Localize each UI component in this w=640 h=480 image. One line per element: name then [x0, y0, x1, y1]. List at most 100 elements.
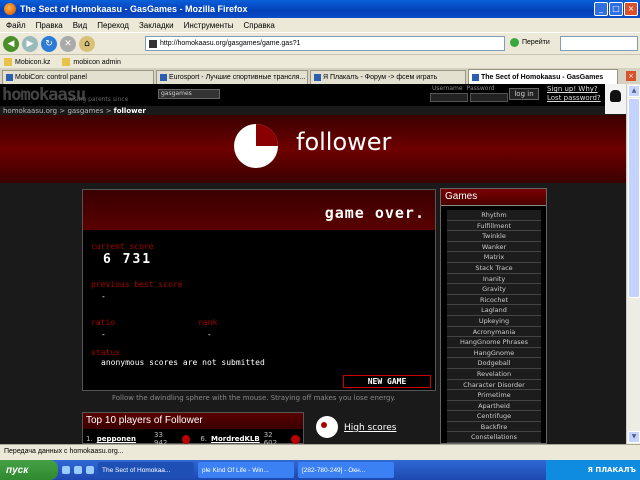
section-select[interactable]: gasgames: [158, 89, 220, 99]
tab-favicon-icon: [6, 74, 13, 81]
tab-favicon-icon: [472, 73, 479, 81]
previous-best-label: previous best score: [91, 280, 183, 289]
scroll-thumb[interactable]: [628, 98, 640, 298]
menu-bar: Файл Правка Вид Переход Закладки Инструм…: [0, 18, 640, 32]
ratio-value: -: [101, 330, 106, 339]
maximize-button[interactable]: □: [609, 2, 623, 16]
search-input[interactable]: [560, 36, 638, 51]
task-firefox[interactable]: The Sect of Homokaa...: [98, 462, 194, 478]
game-link[interactable]: Acronymania: [447, 326, 541, 338]
follower-logo-icon: [234, 124, 278, 168]
tab-yaplakal[interactable]: Я Плакалъ - Форум -> фсем играть: [310, 70, 466, 84]
game-link[interactable]: Revelation: [447, 368, 541, 380]
menu-file[interactable]: Файл: [6, 21, 26, 30]
game-over-panel: game over. current score 6 731 previous …: [82, 189, 436, 391]
breadcrumb-section[interactable]: gasgames: [67, 107, 103, 115]
game-link[interactable]: Character Disorder: [447, 379, 541, 391]
close-button[interactable]: ×: [624, 2, 638, 16]
game-link[interactable]: Lagland: [447, 305, 541, 316]
game-link[interactable]: Apartheid: [447, 400, 541, 412]
game-link[interactable]: Stack Trace: [447, 262, 541, 274]
menu-go[interactable]: Переход: [97, 21, 129, 30]
player-link[interactable]: MordredKLB: [211, 435, 260, 443]
game-link[interactable]: Wanker: [447, 241, 541, 253]
menu-bookmarks[interactable]: Закладки: [139, 21, 174, 30]
username-field[interactable]: [430, 93, 468, 102]
previous-best-value: -: [101, 292, 106, 301]
system-tray: Я ПЛАКАЛЪ: [546, 460, 640, 480]
game-link[interactable]: Inanity: [447, 273, 541, 285]
site-tagline: raising parents since: [66, 96, 129, 103]
rank-value: -: [207, 330, 212, 339]
stop-icon[interactable]: ✕: [60, 35, 76, 52]
address-bar[interactable]: http://homokaasu.org/gasgames/game.gas?1: [145, 36, 505, 51]
home-icon[interactable]: ⌂: [79, 35, 95, 52]
scroll-up-icon[interactable]: ▲: [628, 85, 640, 97]
task-window[interactable]: [282-780-249] - Окн...: [298, 462, 394, 478]
tab-homokaasu[interactable]: The Sect of Homokaasu - GasGames: [468, 69, 618, 84]
game-link[interactable]: Backfire: [447, 421, 541, 433]
scroll-down-icon[interactable]: ▼: [628, 431, 640, 443]
top10-panel: Top 10 players of Follower 1. pepponen 3…: [82, 412, 304, 444]
ratio-label: ratio: [91, 318, 116, 327]
top10-title: Top 10 players of Follower: [83, 413, 303, 429]
game-link[interactable]: Twinkle: [447, 231, 541, 242]
quicklaunch-icon[interactable]: [74, 466, 82, 474]
reload-icon[interactable]: ↻: [41, 35, 57, 52]
bookmark-item[interactable]: mobicon admin: [62, 57, 121, 66]
high-scores-icon[interactable]: [316, 416, 338, 438]
menu-help[interactable]: Справка: [243, 21, 274, 30]
games-list: Rhythm Fulfillment Twinkle Wanker Matrix…: [447, 210, 541, 444]
site-header: homokaasu raising parents since gasgames…: [0, 84, 626, 114]
page-content: homokaasu raising parents since gasgames…: [0, 84, 626, 444]
game-link[interactable]: Constellations: [447, 432, 541, 444]
back-icon[interactable]: ◀: [3, 35, 19, 52]
games-sidebar: Games Rhythm Fulfillment Twinkle Wanker …: [440, 188, 547, 444]
tab-eurosport[interactable]: Eurosport - Лучшие спортивные трансля...: [156, 70, 308, 84]
status-label: status: [91, 348, 120, 357]
page-scrollbar[interactable]: ▲ ▼: [626, 84, 640, 444]
game-over-text: game over.: [324, 204, 425, 222]
breadcrumb-home[interactable]: homokaasu.org: [3, 107, 57, 115]
player-badge-icon: [291, 434, 301, 444]
game-link[interactable]: Ricochet: [447, 294, 541, 306]
close-tab-icon[interactable]: ×: [626, 71, 636, 81]
bookmark-item[interactable]: Mobicon.kz: [4, 57, 50, 66]
game-link[interactable]: Dodgeball: [447, 358, 541, 369]
current-score-value: 6 731: [103, 252, 153, 267]
game-link[interactable]: Upkeying: [447, 315, 541, 327]
login-button[interactable]: log in: [509, 88, 539, 100]
go-arrow-icon: [510, 38, 519, 47]
game-link[interactable]: Rhythm: [447, 210, 541, 221]
player-link[interactable]: pepponen: [97, 435, 136, 443]
game-link[interactable]: HangGnome Phrases: [447, 337, 541, 348]
menu-edit[interactable]: Правка: [36, 21, 63, 30]
forward-icon[interactable]: ▶: [22, 35, 38, 52]
game-panel-header: game over.: [83, 190, 435, 230]
start-button[interactable]: пуск: [0, 460, 58, 480]
game-link[interactable]: Centrifuge: [447, 411, 541, 422]
quicklaunch-icon[interactable]: [62, 466, 70, 474]
task-winamp[interactable]: ple Kind Of Life - Win...: [198, 462, 294, 478]
game-link[interactable]: Matrix: [447, 252, 541, 263]
game-link[interactable]: Gravity: [447, 284, 541, 295]
current-score-label: current score: [91, 242, 154, 251]
game-link[interactable]: Fulfillment: [447, 220, 541, 232]
tab-mobicon[interactable]: MobiCon: control panel: [2, 70, 154, 84]
lost-password-link[interactable]: Lost password?: [547, 94, 601, 103]
login-labels: Username Password: [432, 85, 495, 92]
menu-tools[interactable]: Инструменты: [184, 21, 234, 30]
menu-view[interactable]: Вид: [73, 21, 87, 30]
go-button[interactable]: Перейти: [510, 38, 550, 47]
bookmark-icon: [4, 57, 12, 66]
high-scores-link[interactable]: High scores: [344, 423, 396, 433]
tab-favicon-icon: [314, 74, 321, 81]
new-game-button[interactable]: NEW GAME: [343, 375, 431, 388]
minimize-button[interactable]: _: [594, 2, 608, 16]
quicklaunch-icon[interactable]: [86, 466, 94, 474]
password-field[interactable]: [470, 93, 508, 102]
game-link[interactable]: HangGnome: [447, 347, 541, 359]
game-link[interactable]: Primetime: [447, 390, 541, 401]
signup-link[interactable]: Sign up! Why?: [547, 85, 601, 94]
top10-row: 1. pepponen 33 942 6. MordredKLB 32 602: [83, 429, 303, 444]
